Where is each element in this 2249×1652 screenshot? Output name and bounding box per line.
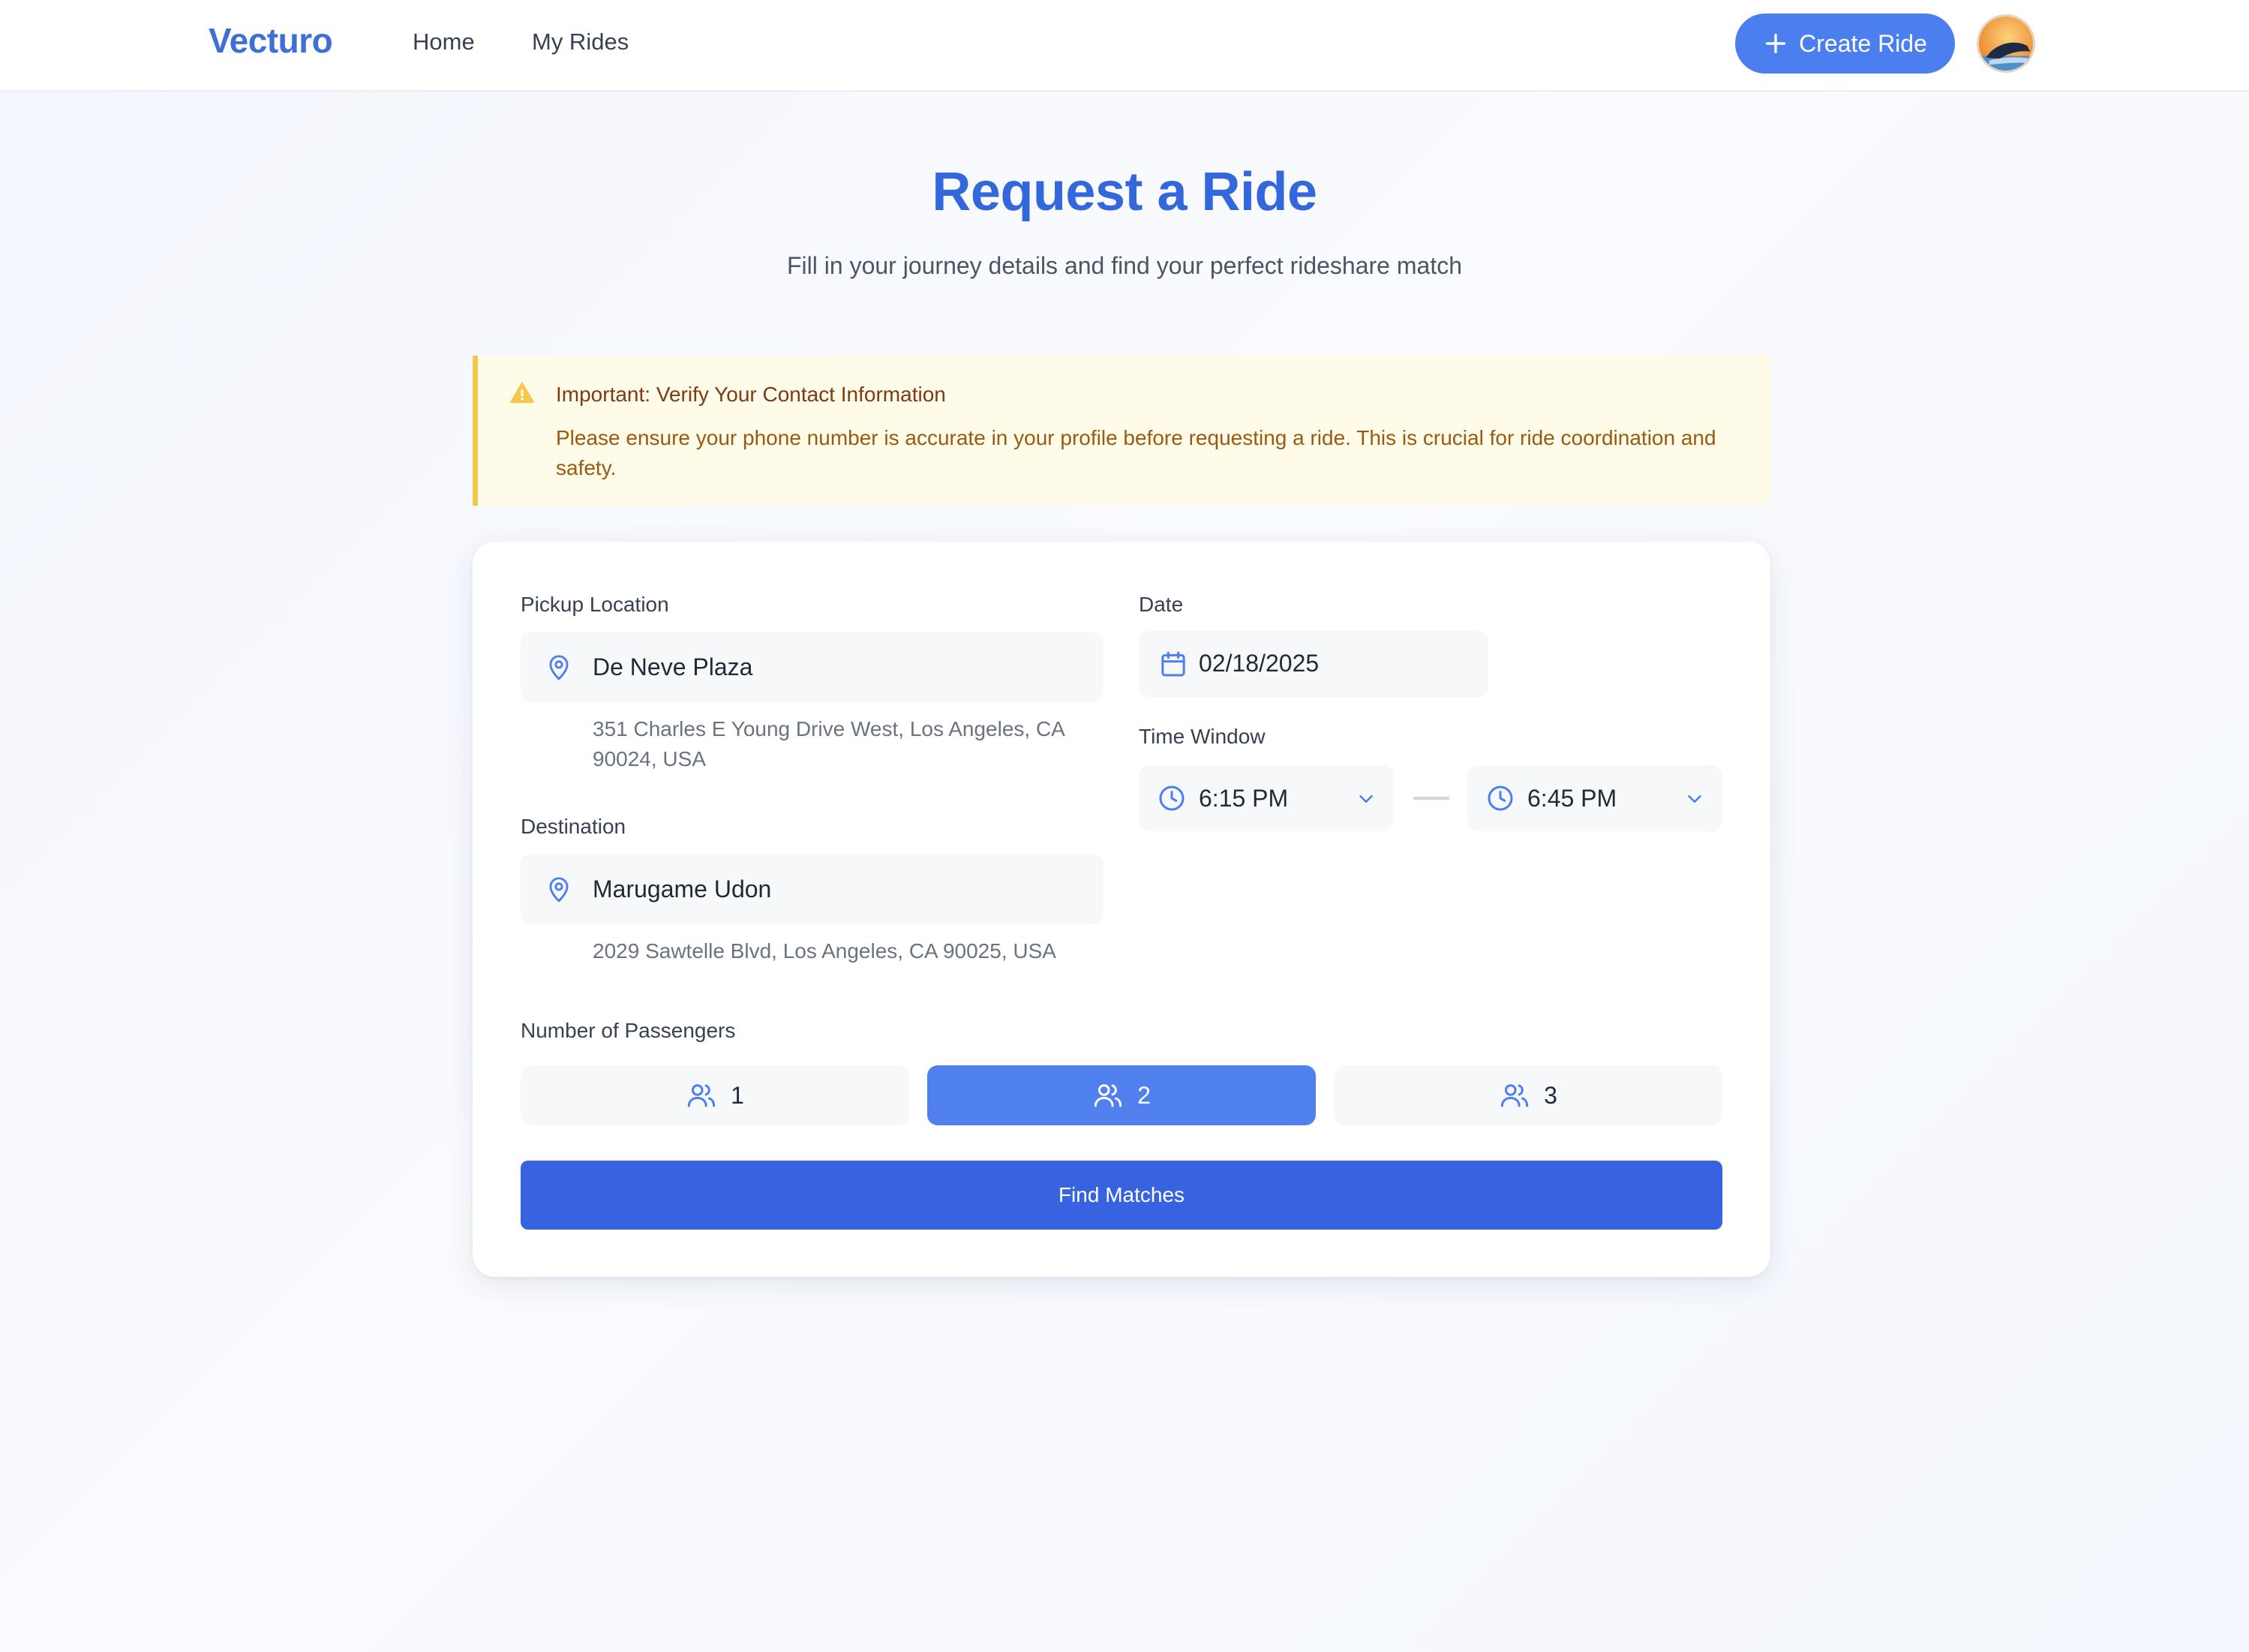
date-label: Date [1139, 593, 1184, 616]
nav-home-link[interactable]: Home [413, 29, 475, 56]
create-ride-button[interactable]: Create Ride [1735, 14, 1955, 74]
map-pin-icon [549, 655, 569, 680]
time-window-label: Time Window [1139, 725, 1266, 748]
start-time-select[interactable]: 6:15 PM [1139, 765, 1394, 831]
create-ride-label: Create Ride [1799, 29, 1927, 57]
page-subtitle: Fill in your journey details and find yo… [787, 252, 1462, 279]
date-input[interactable]: 02/18/2025 [1139, 631, 1488, 697]
chevron-down-icon [1359, 795, 1373, 803]
avatar-image [1979, 17, 2033, 71]
nav-my-rides-link[interactable]: My Rides [532, 29, 629, 56]
map-pin-icon [549, 877, 569, 903]
pickup-label: Pickup Location [521, 593, 669, 616]
end-time-value: 6:45 PM [1527, 785, 1617, 812]
passengers-option-3[interactable]: 3 [1334, 1065, 1722, 1125]
pickup-location-name: De Neve Plaza [593, 653, 753, 680]
destination-label: Destination [521, 815, 626, 838]
clock-icon [1159, 785, 1185, 811]
find-matches-button[interactable]: Find Matches [521, 1161, 1722, 1230]
pickup-location-input[interactable]: De Neve Plaza [521, 632, 1103, 702]
destination-address: 2029 Sawtelle Blvd, Los Angeles, CA 9002… [593, 939, 1056, 963]
destination-location-input[interactable]: Marugame Udon [521, 854, 1103, 924]
users-icon [1500, 1084, 1529, 1107]
chevron-down-icon [1688, 795, 1701, 803]
passengers-option-label: 3 [1544, 1081, 1557, 1109]
passengers-option-2[interactable]: 2 [927, 1065, 1316, 1125]
ride-request-card: Pickup Location De Neve Plaza 351 Charle… [473, 542, 1770, 1277]
pickup-address: 351 Charles E Young Drive West, Los Ange… [593, 717, 1064, 770]
clock-icon [1488, 785, 1513, 811]
warning-triangle-icon [510, 382, 534, 404]
contact-warning-alert: Important: Verify Your Contact Informati… [473, 356, 1770, 506]
alert-title: Important: Verify Your Contact Informati… [556, 383, 946, 406]
top-navbar: Vecturo Home My Rides Create Ride [0, 0, 2249, 92]
calendar-icon [1161, 651, 1185, 677]
user-avatar[interactable] [1977, 14, 2035, 73]
passengers-option-label: 1 [731, 1081, 744, 1109]
users-icon [1094, 1084, 1122, 1107]
page-title: Request a Ride [932, 162, 1317, 222]
brand-logo[interactable]: Vecturo [209, 20, 333, 61]
passengers-option-1[interactable]: 1 [521, 1065, 909, 1125]
passengers-label: Number of Passengers [521, 1019, 736, 1042]
alert-text: Please ensure your phone number is accur… [556, 426, 1716, 479]
users-icon [687, 1084, 716, 1107]
start-time-value: 6:15 PM [1199, 785, 1289, 812]
destination-location-name: Marugame Udon [593, 876, 772, 903]
date-value: 02/18/2025 [1199, 650, 1320, 677]
time-range-separator [1413, 797, 1449, 800]
end-time-select[interactable]: 6:45 PM [1467, 765, 1722, 831]
plus-icon [1766, 33, 1786, 54]
passengers-option-label: 2 [1137, 1081, 1151, 1109]
